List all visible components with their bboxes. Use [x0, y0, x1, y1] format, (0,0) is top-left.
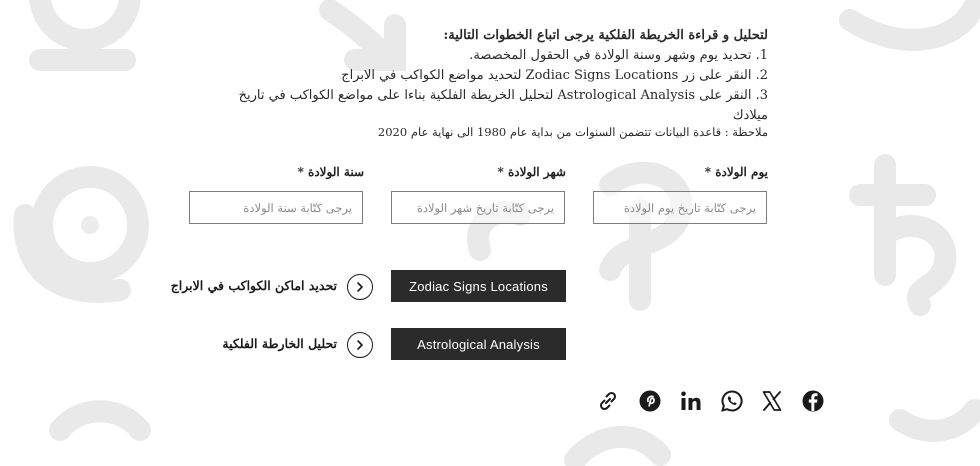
- zodiac-signs-locations-button[interactable]: Zodiac Signs Locations: [391, 270, 566, 302]
- day-label: يوم الولادة *: [704, 165, 768, 179]
- zodiac-go-button[interactable]: [347, 274, 373, 300]
- analysis-page: لتحليل و قراءة الخريطة الفلكية يرجى اتبا…: [0, 0, 980, 466]
- year-input[interactable]: [189, 191, 363, 224]
- analysis-action-label: تحليل الخارطة الفلكية: [222, 336, 337, 351]
- astrological-analysis-button[interactable]: Astrological Analysis: [391, 328, 566, 360]
- chevron-right-icon: [357, 282, 363, 292]
- chevron-right-icon: [357, 340, 363, 350]
- zodiac-action-label: تحديد اماكن الكواكب في الابراج: [170, 278, 337, 293]
- database-note: ملاحظة : قاعدة البيانات تتضمن السنوات من…: [377, 125, 768, 139]
- month-label: شهر الولادة *: [497, 165, 566, 179]
- link-icon[interactable]: [596, 389, 620, 413]
- instruction-step-1: 1. تحديد يوم وشهر وسنة الولادة في الحقول…: [469, 48, 768, 63]
- instructions-block: لتحليل و قراءة الخريطة الفلكية يرجى اتبا…: [208, 26, 768, 126]
- pinterest-icon[interactable]: [638, 389, 662, 413]
- share-bar: [596, 389, 826, 413]
- instruction-step-2: 2. النقر على زر Zodiac Signs Locations ل…: [341, 68, 768, 83]
- year-label: سنة الولادة *: [297, 165, 364, 179]
- linkedin-icon[interactable]: [679, 389, 703, 413]
- month-input[interactable]: [391, 191, 565, 224]
- instruction-step-3: 3. النقر على Astrological Analysis لتحلي…: [238, 88, 768, 123]
- analysis-go-button[interactable]: [347, 332, 373, 358]
- instructions-heading: لتحليل و قراءة الخريطة الفلكية يرجى اتبا…: [443, 28, 768, 43]
- day-input[interactable]: [593, 191, 767, 224]
- facebook-icon[interactable]: [801, 389, 825, 413]
- whatsapp-icon[interactable]: [720, 389, 744, 413]
- x-icon[interactable]: [760, 389, 784, 413]
